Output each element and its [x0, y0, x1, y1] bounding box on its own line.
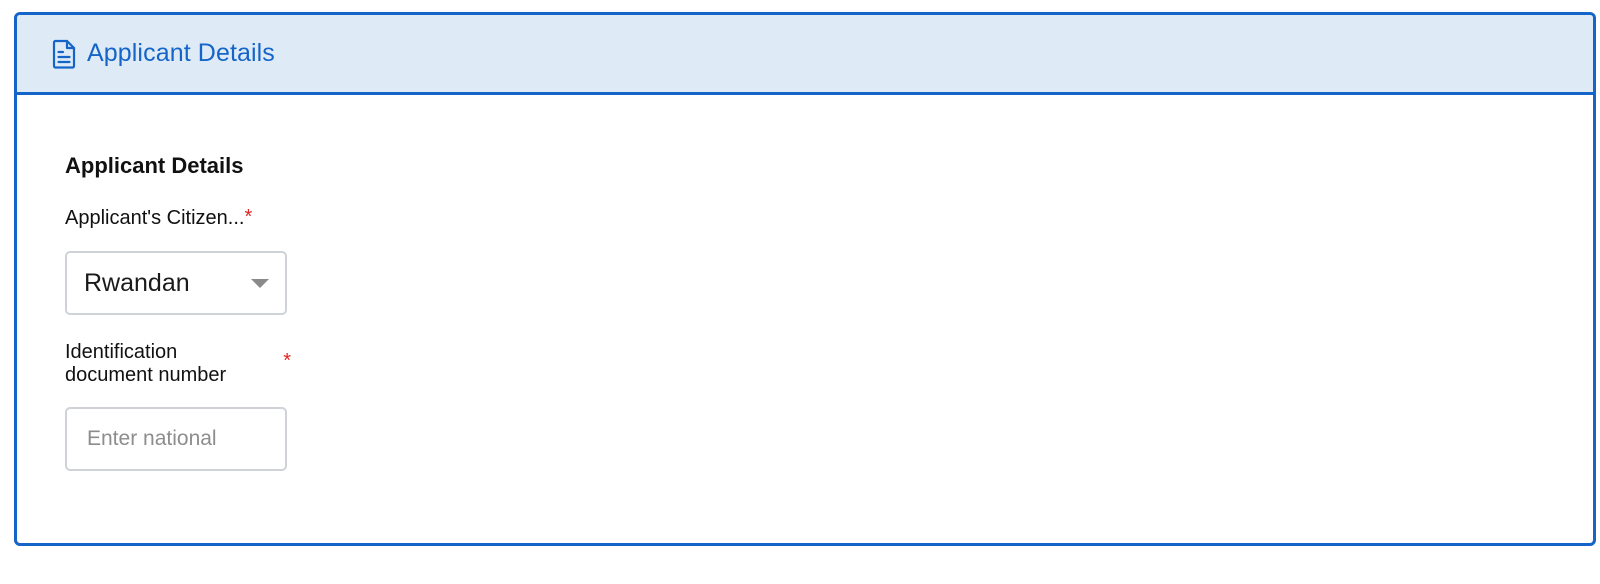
applicant-details-card: Applicant Details Applicant Details Appl… — [14, 12, 1596, 546]
citizenship-label: Applicant's Citizen... — [65, 207, 245, 229]
card-header[interactable]: Applicant Details — [17, 15, 1593, 95]
citizenship-select[interactable]: Rwandan — [65, 251, 287, 315]
card-header-title: Applicant Details — [87, 39, 275, 67]
citizenship-required-marker: * — [244, 206, 253, 228]
id-number-label-line1: Identification — [65, 341, 178, 363]
citizenship-selected-value: Rwandan — [84, 268, 190, 297]
id-number-input[interactable] — [65, 407, 287, 471]
id-number-label-row: Identification document number * — [65, 341, 291, 387]
id-number-required-marker: * — [283, 350, 291, 372]
document-icon — [51, 38, 77, 70]
section-heading-wrap: Applicant Details — [65, 153, 243, 179]
section-title: Applicant Details — [65, 153, 244, 178]
id-number-label: Identification document number — [65, 341, 283, 387]
citizenship-label-row: Applicant's Citizen... * — [65, 207, 305, 230]
id-number-label-line2: document number — [65, 364, 227, 386]
caret-down-icon[interactable] — [251, 278, 269, 288]
